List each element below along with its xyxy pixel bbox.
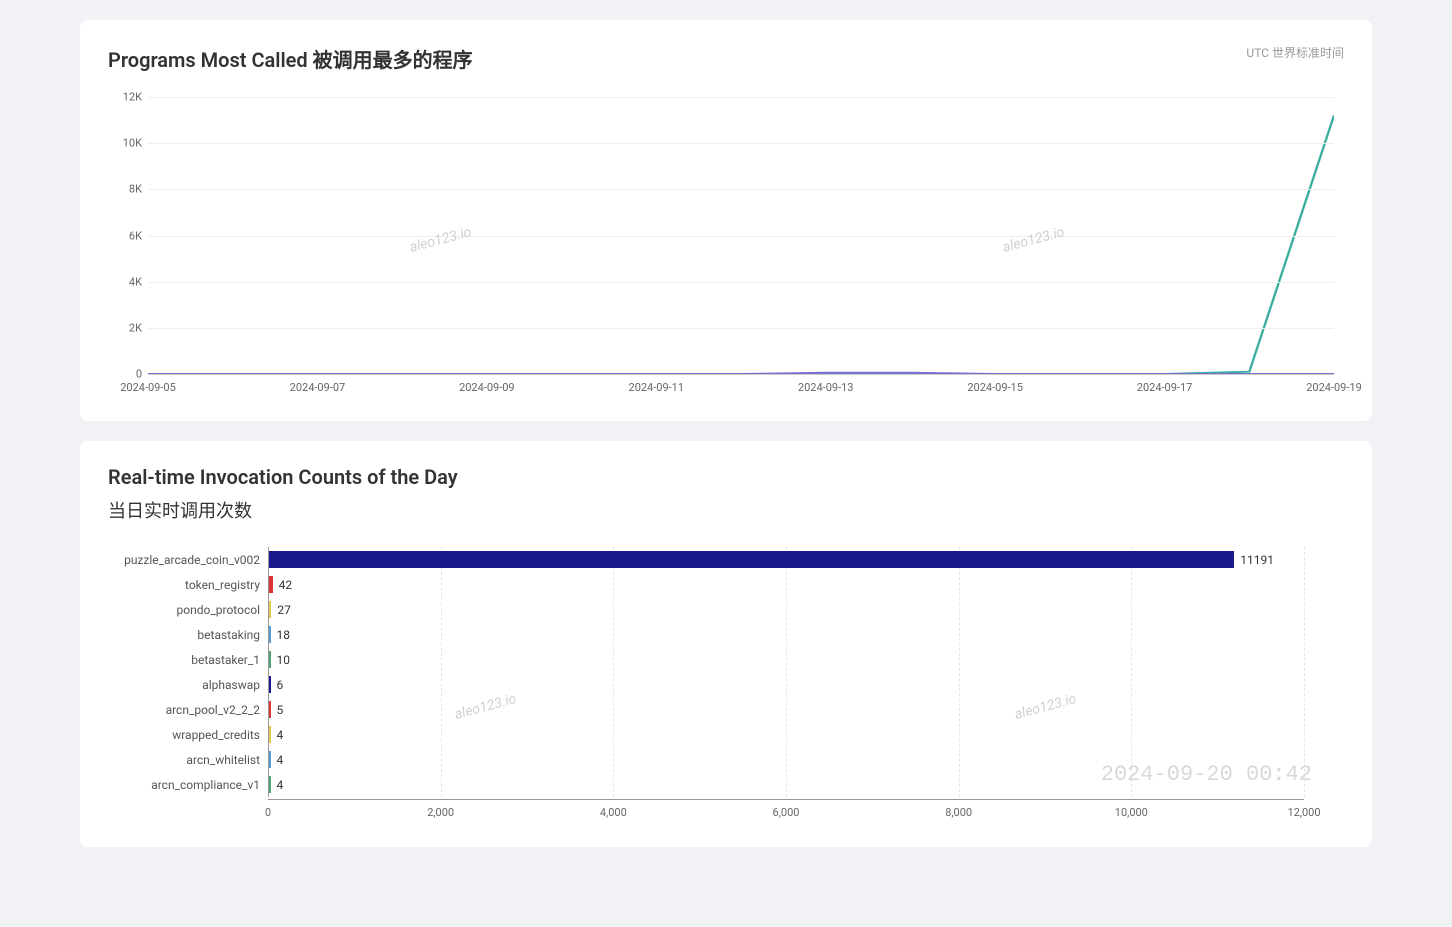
gridline — [148, 189, 1334, 190]
bar-chart: puzzle_arcade_coin_v00211191token_regist… — [268, 547, 1304, 823]
bar-category-label: arcn_compliance_v1 — [151, 778, 268, 792]
bar-track: 11191 — [268, 547, 1304, 572]
bar-fill: 42 — [269, 576, 273, 593]
gridline — [148, 143, 1334, 144]
x-tick-label: 8,000 — [945, 806, 972, 819]
bar-x-axis: 02,0004,0006,0008,00010,00012,000 — [268, 799, 1304, 823]
bar-row: betastaking18 — [268, 622, 1304, 647]
line-chart: 02K4K6K8K10K12K2024-09-052024-09-072024-… — [148, 97, 1334, 397]
chart2-subtitle: 当日实时调用次数 — [108, 497, 1344, 523]
chart1-header: Programs Most Called 被调用最多的程序 UTC 世界标准时间 — [108, 44, 1344, 73]
line-series — [148, 373, 1334, 374]
gridline — [148, 282, 1334, 283]
bar-track: 6 — [268, 672, 1304, 697]
bar-category-label: betastaker_1 — [191, 653, 268, 667]
bar-fill: 10 — [269, 651, 271, 668]
x-tick-label: 2024-09-19 — [1306, 381, 1362, 394]
x-tick-label: 2024-09-17 — [1137, 381, 1193, 394]
bar-rows-container: puzzle_arcade_coin_v00211191token_regist… — [268, 547, 1304, 797]
bar-category-label: puzzle_arcade_coin_v002 — [124, 553, 268, 567]
y-tick-label: 12K — [110, 91, 142, 104]
x-tick-label: 6,000 — [773, 806, 800, 819]
x-tick-label: 2024-09-15 — [967, 381, 1023, 394]
bar-category-label: arcn_pool_v2_2_2 — [166, 703, 268, 717]
y-tick-label: 6K — [110, 229, 142, 242]
x-tick-label: 10,000 — [1115, 806, 1148, 819]
bar-track: 27 — [268, 597, 1304, 622]
bar-row: arcn_pool_v2_2_25 — [268, 697, 1304, 722]
bar-row: pondo_protocol27 — [268, 597, 1304, 622]
x-tick-label: 2024-09-13 — [798, 381, 854, 394]
bar-track: 4 — [268, 772, 1304, 797]
gridline — [1304, 547, 1305, 797]
line-plot-area: 02K4K6K8K10K12K2024-09-052024-09-072024-… — [148, 97, 1334, 375]
bar-fill: 11191 — [269, 551, 1234, 568]
bar-value-label: 4 — [271, 728, 284, 742]
x-tick-label: 2024-09-07 — [290, 381, 346, 394]
bar-value-label: 27 — [271, 603, 291, 617]
bar-fill: 27 — [269, 601, 271, 618]
bar-row: token_registry42 — [268, 572, 1304, 597]
bar-value-label: 42 — [273, 578, 293, 592]
x-tick-label: 2024-09-11 — [629, 381, 685, 394]
y-tick-label: 0 — [110, 368, 142, 381]
bar-value-label: 4 — [271, 778, 284, 792]
x-tick-label: 0 — [265, 806, 271, 819]
bar-track: 5 — [268, 697, 1304, 722]
bar-track: 18 — [268, 622, 1304, 647]
chart2-title: Real-time Invocation Counts of the Day — [108, 465, 1344, 489]
realtime-invocation-card: Real-time Invocation Counts of the Day 当… — [80, 441, 1372, 847]
bar-fill: 4 — [269, 751, 271, 768]
bar-fill: 5 — [269, 701, 271, 718]
bar-track: 4 — [268, 722, 1304, 747]
bar-value-label: 5 — [271, 703, 284, 717]
x-tick-label: 4,000 — [600, 806, 627, 819]
bar-category-label: alphaswap — [202, 678, 268, 692]
gridline — [148, 236, 1334, 237]
y-tick-label: 2K — [110, 321, 142, 334]
bar-value-label: 11191 — [1234, 553, 1274, 567]
bar-track: 10 — [268, 647, 1304, 672]
x-tick-label: 2024-09-09 — [459, 381, 515, 394]
x-tick-label: 12,000 — [1287, 806, 1320, 819]
bar-track: 4 — [268, 747, 1304, 772]
y-tick-label: 10K — [110, 137, 142, 150]
bar-fill: 4 — [269, 726, 271, 743]
bar-category-label: arcn_whitelist — [186, 753, 268, 767]
bar-value-label: 4 — [271, 753, 284, 767]
x-tick-label: 2,000 — [427, 806, 454, 819]
bar-fill: 6 — [269, 676, 271, 693]
bar-row: arcn_whitelist4 — [268, 747, 1304, 772]
bar-category-label: token_registry — [185, 578, 268, 592]
bar-category-label: pondo_protocol — [177, 603, 268, 617]
bar-row: wrapped_credits4 — [268, 722, 1304, 747]
bar-track: 42 — [268, 572, 1304, 597]
x-tick-label: 2024-09-05 — [120, 381, 176, 394]
bar-row: puzzle_arcade_coin_v00211191 — [268, 547, 1304, 572]
bar-fill: 18 — [269, 626, 271, 643]
line-series — [148, 115, 1334, 374]
bar-row: betastaker_110 — [268, 647, 1304, 672]
chart1-title: Programs Most Called 被调用最多的程序 — [108, 44, 473, 73]
bar-value-label: 18 — [271, 628, 291, 642]
gridline — [148, 97, 1334, 98]
bar-row: alphaswap6 — [268, 672, 1304, 697]
gridline — [148, 328, 1334, 329]
bar-category-label: betastaking — [197, 628, 268, 642]
y-tick-label: 4K — [110, 275, 142, 288]
bar-fill: 4 — [269, 776, 271, 793]
bar-category-label: wrapped_credits — [172, 728, 268, 742]
programs-most-called-card: Programs Most Called 被调用最多的程序 UTC 世界标准时间… — [80, 20, 1372, 421]
utc-label: UTC 世界标准时间 — [1246, 44, 1344, 61]
bar-row: arcn_compliance_v14 — [268, 772, 1304, 797]
bar-value-label: 10 — [271, 653, 291, 667]
y-tick-label: 8K — [110, 183, 142, 196]
bar-value-label: 6 — [271, 678, 284, 692]
